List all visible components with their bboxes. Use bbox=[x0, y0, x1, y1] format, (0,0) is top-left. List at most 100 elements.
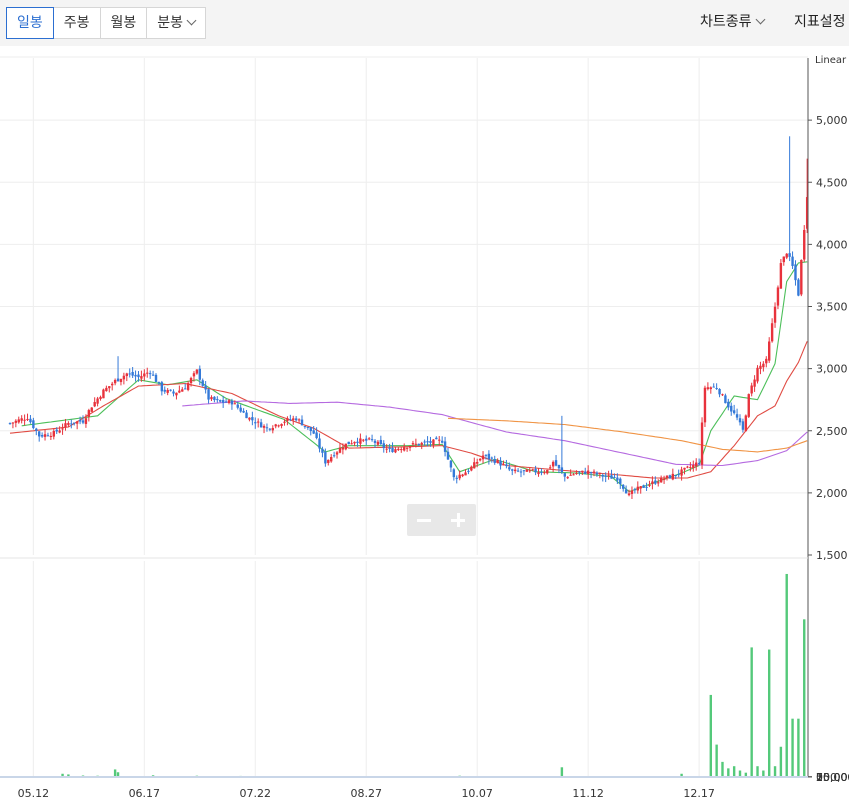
volume-bar bbox=[797, 718, 800, 777]
candle-body bbox=[257, 421, 260, 423]
candle-body bbox=[601, 474, 604, 477]
candle-body bbox=[148, 373, 152, 375]
candle-body bbox=[624, 489, 628, 494]
candle-body bbox=[470, 466, 473, 471]
candle-body bbox=[700, 422, 704, 465]
candle-body bbox=[227, 400, 231, 404]
minus-icon bbox=[417, 513, 431, 527]
candle-body bbox=[359, 438, 362, 444]
candle-body bbox=[613, 477, 616, 479]
candle-body bbox=[575, 473, 578, 475]
candle-body bbox=[405, 447, 409, 449]
candle-body bbox=[332, 455, 336, 457]
candle-body bbox=[546, 469, 549, 474]
volume-bar bbox=[715, 744, 718, 777]
candle-body bbox=[569, 474, 572, 476]
candle-body bbox=[779, 263, 783, 289]
x-tick-label: 07.22 bbox=[240, 787, 272, 800]
candle-body bbox=[61, 428, 64, 430]
candle-body bbox=[467, 470, 470, 472]
candle-body bbox=[210, 397, 213, 400]
candle-body bbox=[373, 440, 377, 443]
volume-bar bbox=[709, 694, 712, 777]
candle-body bbox=[303, 426, 307, 428]
y-tick-label: 5,000 bbox=[816, 114, 848, 127]
candle-body bbox=[566, 477, 569, 479]
candle-body bbox=[189, 378, 193, 384]
candle-body bbox=[578, 471, 581, 473]
candle-body bbox=[633, 489, 637, 491]
candle-body bbox=[727, 401, 730, 408]
candle-body bbox=[627, 493, 631, 496]
candle-body bbox=[134, 374, 137, 377]
candle-body bbox=[186, 383, 190, 390]
y-tick-label: 4,000 bbox=[816, 238, 848, 251]
candle-body bbox=[651, 481, 654, 485]
candle-body bbox=[709, 387, 712, 390]
volume-bar bbox=[721, 761, 724, 777]
candle-body bbox=[452, 469, 456, 478]
candle-body bbox=[73, 422, 76, 424]
candle-body bbox=[198, 368, 201, 380]
candle-body bbox=[90, 407, 93, 412]
candle-body bbox=[581, 470, 584, 472]
candle-body bbox=[747, 394, 750, 417]
candle-body bbox=[607, 475, 610, 477]
candle-body bbox=[38, 431, 41, 437]
candle-body bbox=[154, 374, 158, 382]
candle-body bbox=[181, 389, 184, 392]
candle-body bbox=[172, 391, 175, 394]
candle-body bbox=[674, 474, 677, 476]
candle-body bbox=[201, 380, 204, 386]
volume-bar bbox=[768, 649, 771, 777]
candle-body bbox=[438, 439, 441, 441]
ma-line-ma120 bbox=[447, 417, 808, 453]
candle-body bbox=[484, 454, 488, 456]
candle-body bbox=[715, 387, 718, 389]
candle-body bbox=[128, 373, 131, 375]
candle-body bbox=[297, 419, 301, 421]
candle-body bbox=[540, 472, 543, 474]
candle-body bbox=[251, 417, 254, 421]
candle-body bbox=[84, 418, 88, 424]
candle-body bbox=[195, 369, 199, 374]
candle-body bbox=[163, 389, 166, 392]
candle-body bbox=[140, 376, 143, 379]
candle-body bbox=[499, 460, 502, 466]
candle-body bbox=[315, 432, 318, 439]
candle-body bbox=[96, 398, 99, 404]
candle-body bbox=[365, 438, 368, 441]
candle-body bbox=[671, 473, 675, 480]
candle-body bbox=[26, 418, 29, 420]
volume-bar bbox=[779, 746, 783, 777]
candle-body bbox=[429, 440, 432, 443]
zoom-in-button[interactable] bbox=[441, 504, 475, 536]
candle-body bbox=[683, 467, 686, 470]
zoom-out-button[interactable] bbox=[407, 504, 441, 536]
axes bbox=[0, 58, 812, 778]
candle-body bbox=[207, 389, 210, 400]
candle-body bbox=[662, 478, 666, 480]
candle-body bbox=[245, 412, 248, 419]
candle-body bbox=[762, 363, 765, 368]
candle-body bbox=[338, 447, 342, 453]
candle-body bbox=[17, 419, 20, 423]
candle-body bbox=[259, 422, 263, 428]
candle-body bbox=[750, 385, 753, 394]
stock-chart[interactable]: 05.12 06.17 07.22 08.27 10.07 11.12 12.17 5,000… bbox=[0, 0, 849, 804]
candle-body bbox=[604, 475, 607, 477]
candle-body bbox=[321, 448, 324, 453]
volume-bar bbox=[727, 768, 730, 777]
candle-body bbox=[414, 443, 418, 445]
candle-body bbox=[464, 472, 467, 476]
candle-body bbox=[312, 430, 315, 434]
candle-body bbox=[508, 467, 511, 470]
candle-body bbox=[654, 480, 657, 484]
candle-body bbox=[563, 473, 566, 477]
candle-body bbox=[388, 447, 391, 449]
candle-body bbox=[254, 422, 257, 424]
candle-body bbox=[58, 430, 61, 433]
candle-body bbox=[595, 472, 599, 475]
candle-body bbox=[803, 229, 806, 260]
candle-body bbox=[738, 418, 742, 423]
